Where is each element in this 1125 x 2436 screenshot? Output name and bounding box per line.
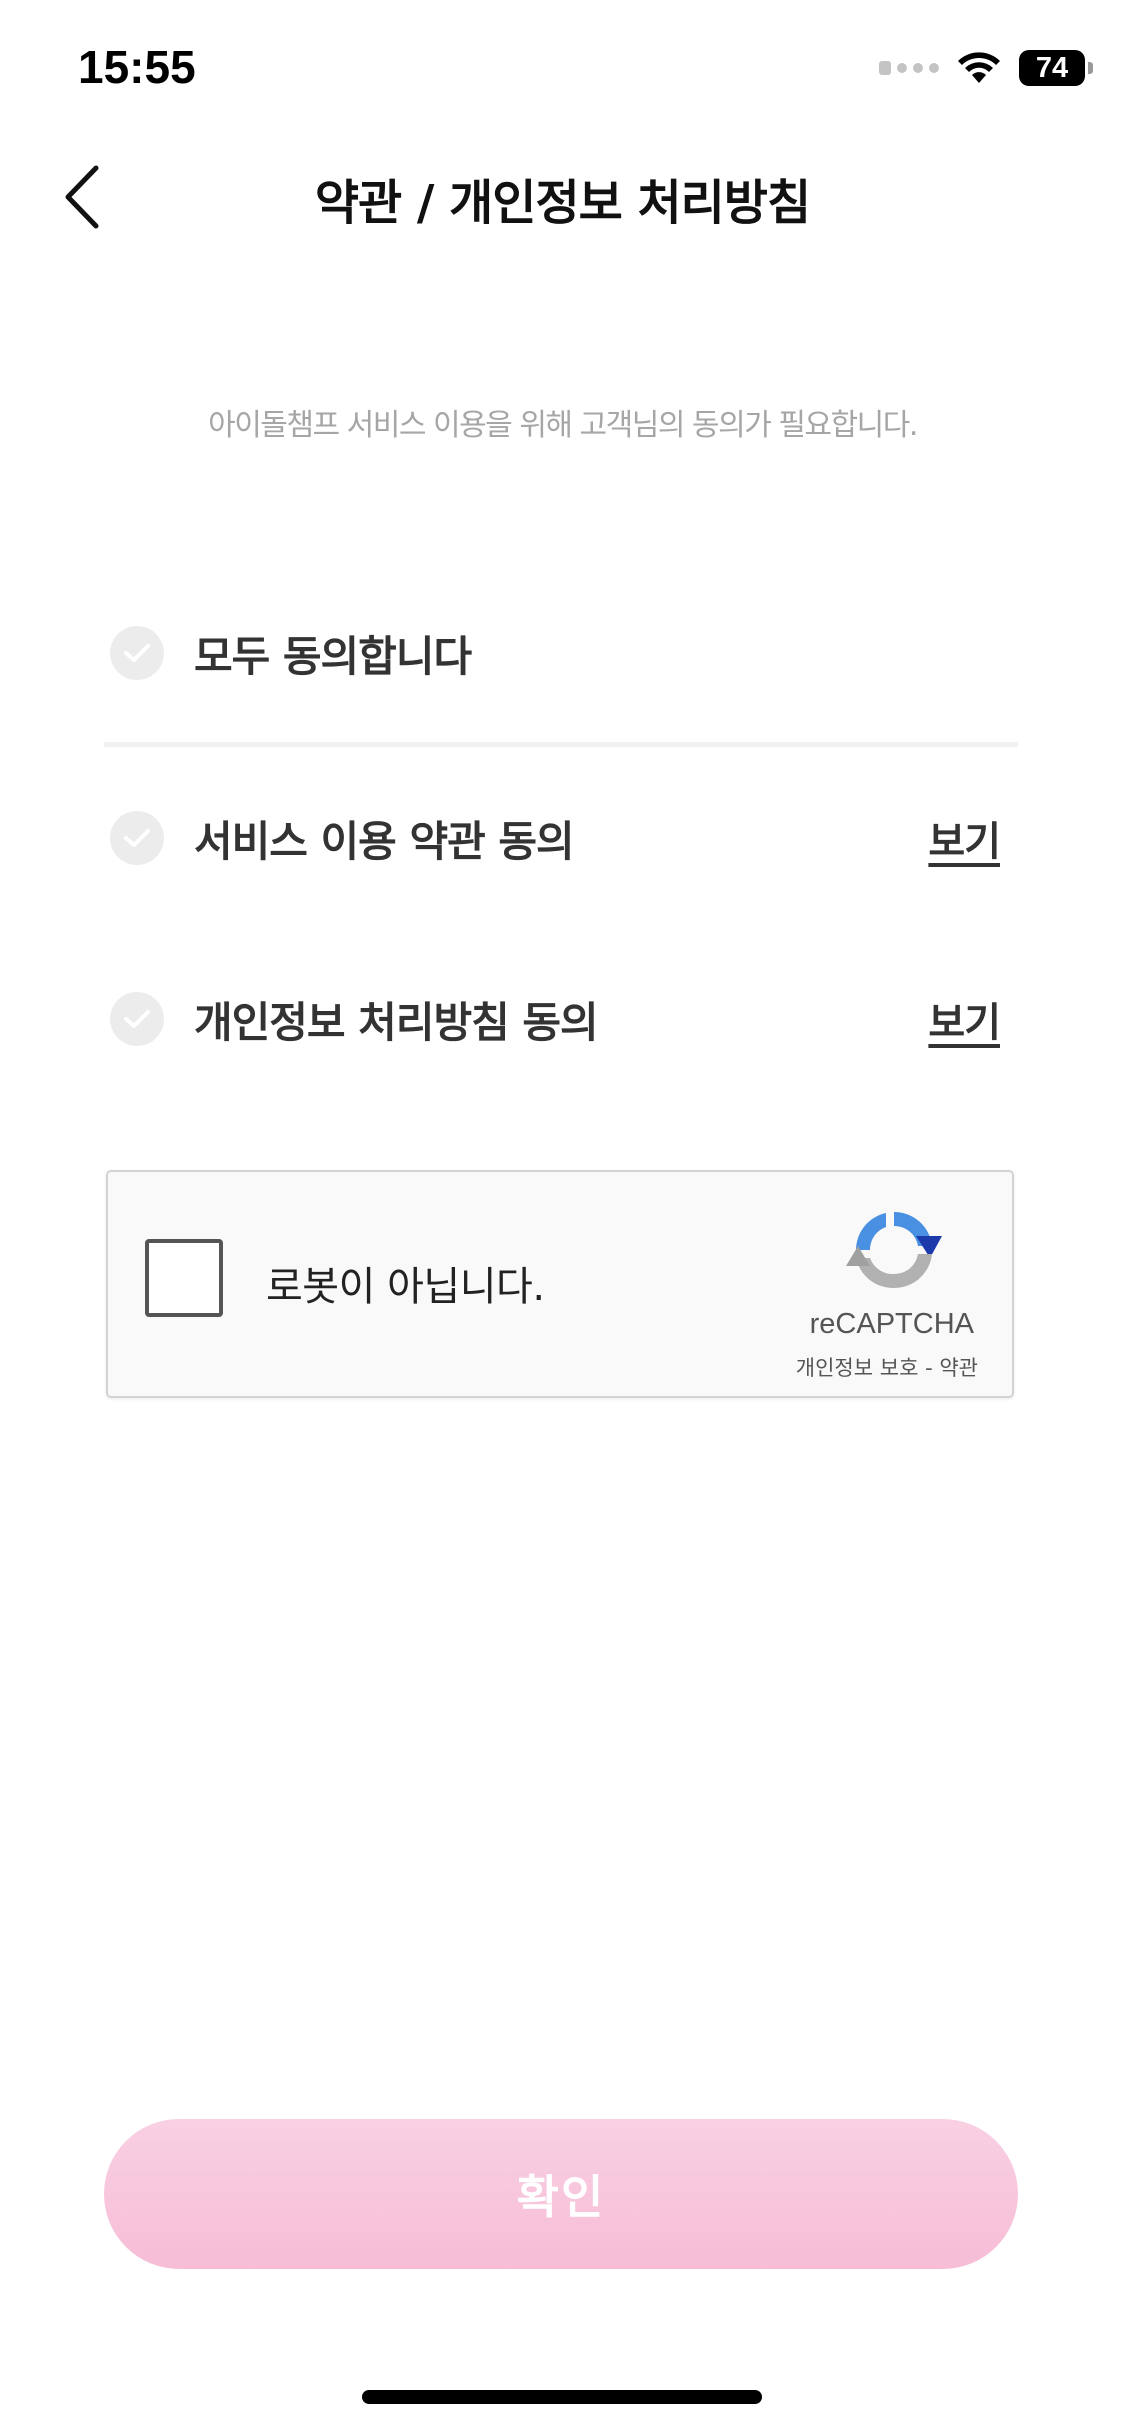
confirm-button[interactable]: 확인 [104,2119,1018,2269]
recaptcha-links: 개인정보 보호 - 약관 [796,1352,978,1382]
recaptcha-separator: - [925,1356,933,1380]
recaptcha-brand: reCAPTCHA [809,1308,974,1340]
page-title: 약관 / 개인정보 처리방침 [314,175,811,231]
battery-level: 74 [1035,51,1069,84]
agree-terms-label: 서비스 이용 약관 동의 [194,816,575,866]
status-time: 15:55 [78,41,196,93]
agree-all-row[interactable]: 모두 동의합니다 [110,618,1000,688]
recaptcha-widget: 로봇이 아닙니다. reCAPTCHA 개인정보 보호 - 약관 [106,1170,1014,1398]
cellular-signal-icon [879,61,939,75]
battery-icon: 74 [1019,50,1093,86]
check-icon [124,644,150,662]
check-icon [124,829,150,847]
wifi-icon [958,52,1000,83]
check-icon [124,1010,150,1028]
terms-agreement-screen: 15:55 74 약관 / 개인정보 처리방침 아이돌챔프 서비스 이용을 위해… [0,0,1125,2436]
recaptcha-privacy-link[interactable]: 개인정보 보호 [796,1356,919,1380]
recaptcha-label: 로봇이 아닙니다. [266,1264,545,1310]
agree-all-label: 모두 동의합니다 [194,631,472,681]
view-privacy-link[interactable]: 보기 [928,990,1001,1048]
consent-description: 아이돌챔프 서비스 이용을 위해 고객님의 동의가 필요합니다. [208,408,918,443]
confirm-label: 확인 [516,2170,606,2224]
recaptcha-logo-icon [846,1211,942,1289]
recaptcha-terms-link[interactable]: 약관 [939,1356,978,1380]
recaptcha-checkbox[interactable] [145,1239,223,1317]
agree-privacy-checkbox[interactable] [110,992,164,1046]
home-indicator [362,2390,762,2404]
status-icons: 74 [879,48,1093,88]
divider [104,742,1018,747]
agree-privacy-row[interactable]: 개인정보 처리방침 동의 보기 [110,984,1001,1054]
agree-terms-checkbox[interactable] [110,811,164,865]
agree-privacy-label: 개인정보 처리방침 동의 [194,997,599,1047]
agree-all-checkbox[interactable] [110,626,164,680]
agree-terms-row[interactable]: 서비스 이용 약관 동의 보기 [110,803,1001,873]
view-terms-link[interactable]: 보기 [928,809,1001,867]
